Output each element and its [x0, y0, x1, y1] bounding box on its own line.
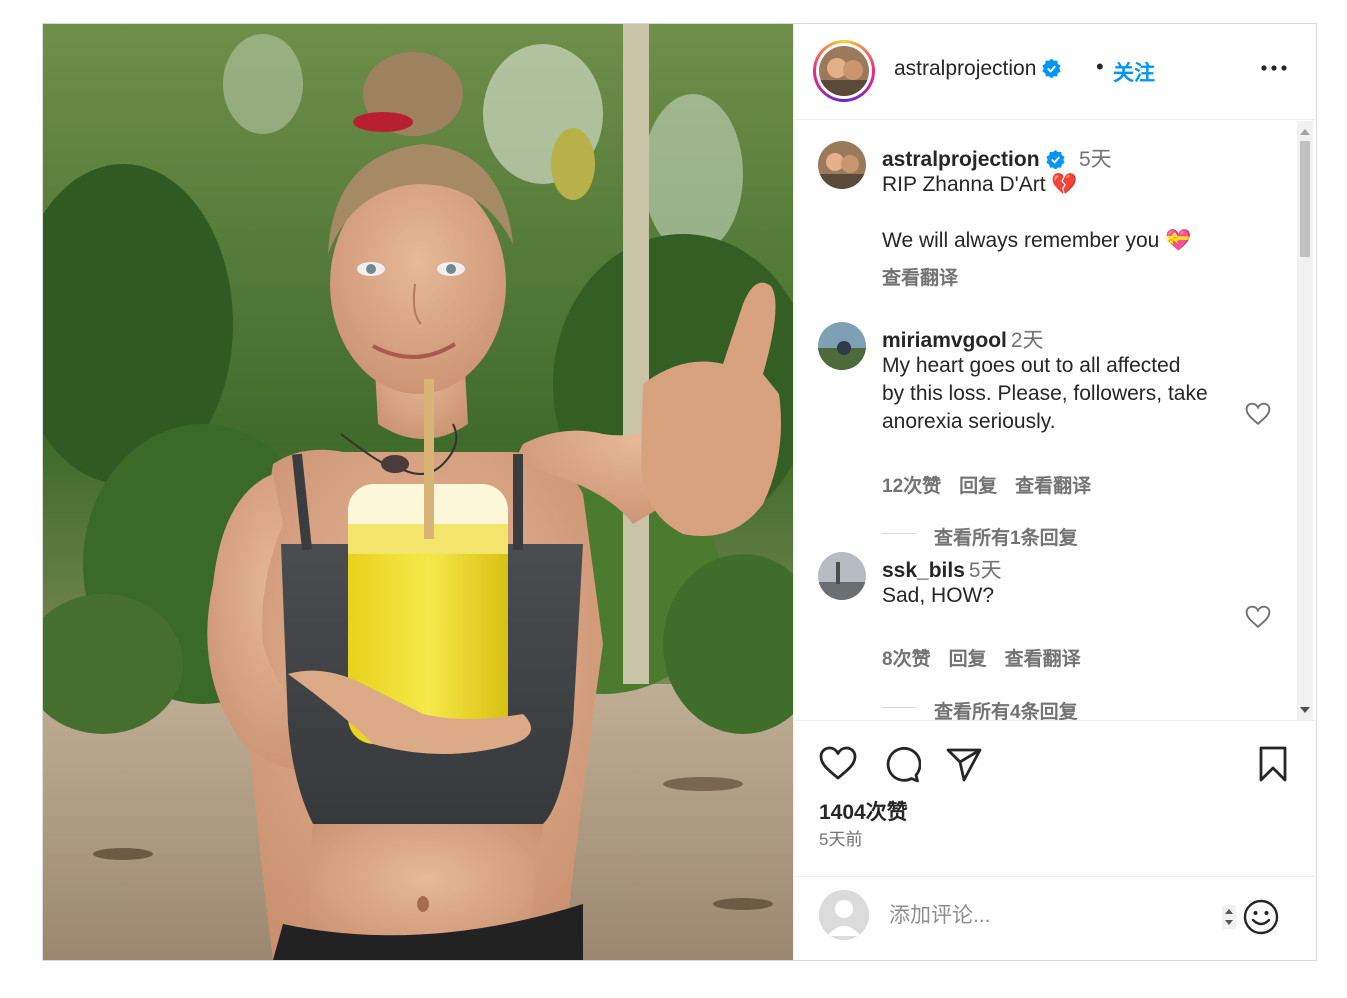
separator-dot: • [1096, 54, 1104, 79]
comment-avatar[interactable] [818, 552, 866, 600]
caption-translate-link[interactable]: 查看翻译 [882, 263, 958, 290]
scrollbar-thumb[interactable] [1300, 141, 1310, 257]
comment-likes[interactable]: 8次赞 [882, 649, 931, 670]
post-header: astralprojection • 关注 [794, 24, 1317, 120]
caption-username[interactable]: astralprojection [882, 148, 1040, 171]
comment-like-heart-icon[interactable] [1245, 605, 1271, 629]
post-modal: astralprojection • 关注 astralprojection 5… [42, 23, 1317, 961]
view-replies-link[interactable]: 查看所有1条回复 [934, 523, 1078, 550]
emoji-icon[interactable] [1242, 898, 1280, 936]
caption-line-2: We will always remember you 💝 [882, 229, 1192, 252]
comment-text-line: My heart goes out to all affected [882, 354, 1181, 377]
caption-time: 5天 [1079, 148, 1112, 171]
divider [882, 707, 916, 708]
post-time: 5天前 [819, 830, 863, 849]
post-side-panel: astralprojection • 关注 astralprojection 5… [793, 24, 1317, 960]
verified-icon [1042, 59, 1062, 78]
comment-translate-link[interactable]: 查看翻译 [1015, 476, 1091, 497]
avatar [819, 46, 869, 96]
comment-translate-link[interactable]: 查看翻译 [1005, 649, 1081, 670]
comment-time: 5天 [968, 559, 1002, 582]
comment-likes[interactable]: 12次赞 [882, 476, 941, 497]
comment-text-line: by this loss. Please, followers, take [882, 382, 1208, 405]
comment-reply-button[interactable]: 回复 [949, 649, 987, 670]
comment-icon[interactable] [881, 744, 921, 784]
save-icon[interactable] [1253, 744, 1293, 784]
story-ring[interactable] [813, 40, 875, 102]
more-icon[interactable] [1258, 52, 1290, 84]
post-likes[interactable]: 1404次赞 [819, 796, 908, 826]
follow-button[interactable]: 关注 [1113, 57, 1155, 87]
scroll-up-arrow-icon[interactable] [1300, 129, 1310, 135]
comment-actions: 8次赞 回复 查看翻译 [882, 644, 1099, 671]
comment-reply-button[interactable]: 回复 [959, 476, 997, 497]
comment-time: 2天 [1010, 329, 1044, 352]
add-comment-bar [794, 876, 1317, 960]
header-username[interactable]: astralprojection [894, 57, 1062, 81]
comment-text-line: anorexia seriously. [882, 410, 1056, 433]
comment-input[interactable] [889, 901, 1209, 931]
verified-icon [1045, 150, 1065, 169]
caption-avatar[interactable] [818, 141, 866, 189]
input-spinner[interactable] [1222, 905, 1236, 929]
comments-list[interactable]: astralprojection 5天 RIP Zhanna D'Art 💔 W… [794, 121, 1317, 721]
scrollbar[interactable] [1297, 121, 1313, 720]
comment-username[interactable]: miriamvgool [882, 329, 1007, 352]
comment-text-line: Sad, HOW? [882, 584, 995, 607]
caption-line-1: RIP Zhanna D'Art 💔 [882, 173, 1078, 196]
scroll-down-arrow-icon[interactable] [1300, 707, 1310, 713]
caption-header: astralprojection 5天 [882, 143, 1112, 173]
post-actions [794, 736, 1317, 796]
divider [882, 533, 916, 534]
comment-header: miriamvgool 2天 [882, 324, 1044, 354]
current-user-avatar [819, 890, 869, 940]
comment-actions: 12次赞 回复 查看翻译 [882, 471, 1109, 498]
comment-header: ssk_bils 5天 [882, 554, 1002, 584]
post-photo[interactable] [43, 24, 793, 960]
comment-avatar[interactable] [818, 322, 866, 370]
heart-icon[interactable] [818, 744, 858, 784]
view-replies-link[interactable]: 查看所有4条回复 [934, 697, 1078, 720]
comment-like-heart-icon[interactable] [1245, 402, 1271, 426]
comment-username[interactable]: ssk_bils [882, 559, 965, 582]
share-icon[interactable] [944, 744, 984, 784]
